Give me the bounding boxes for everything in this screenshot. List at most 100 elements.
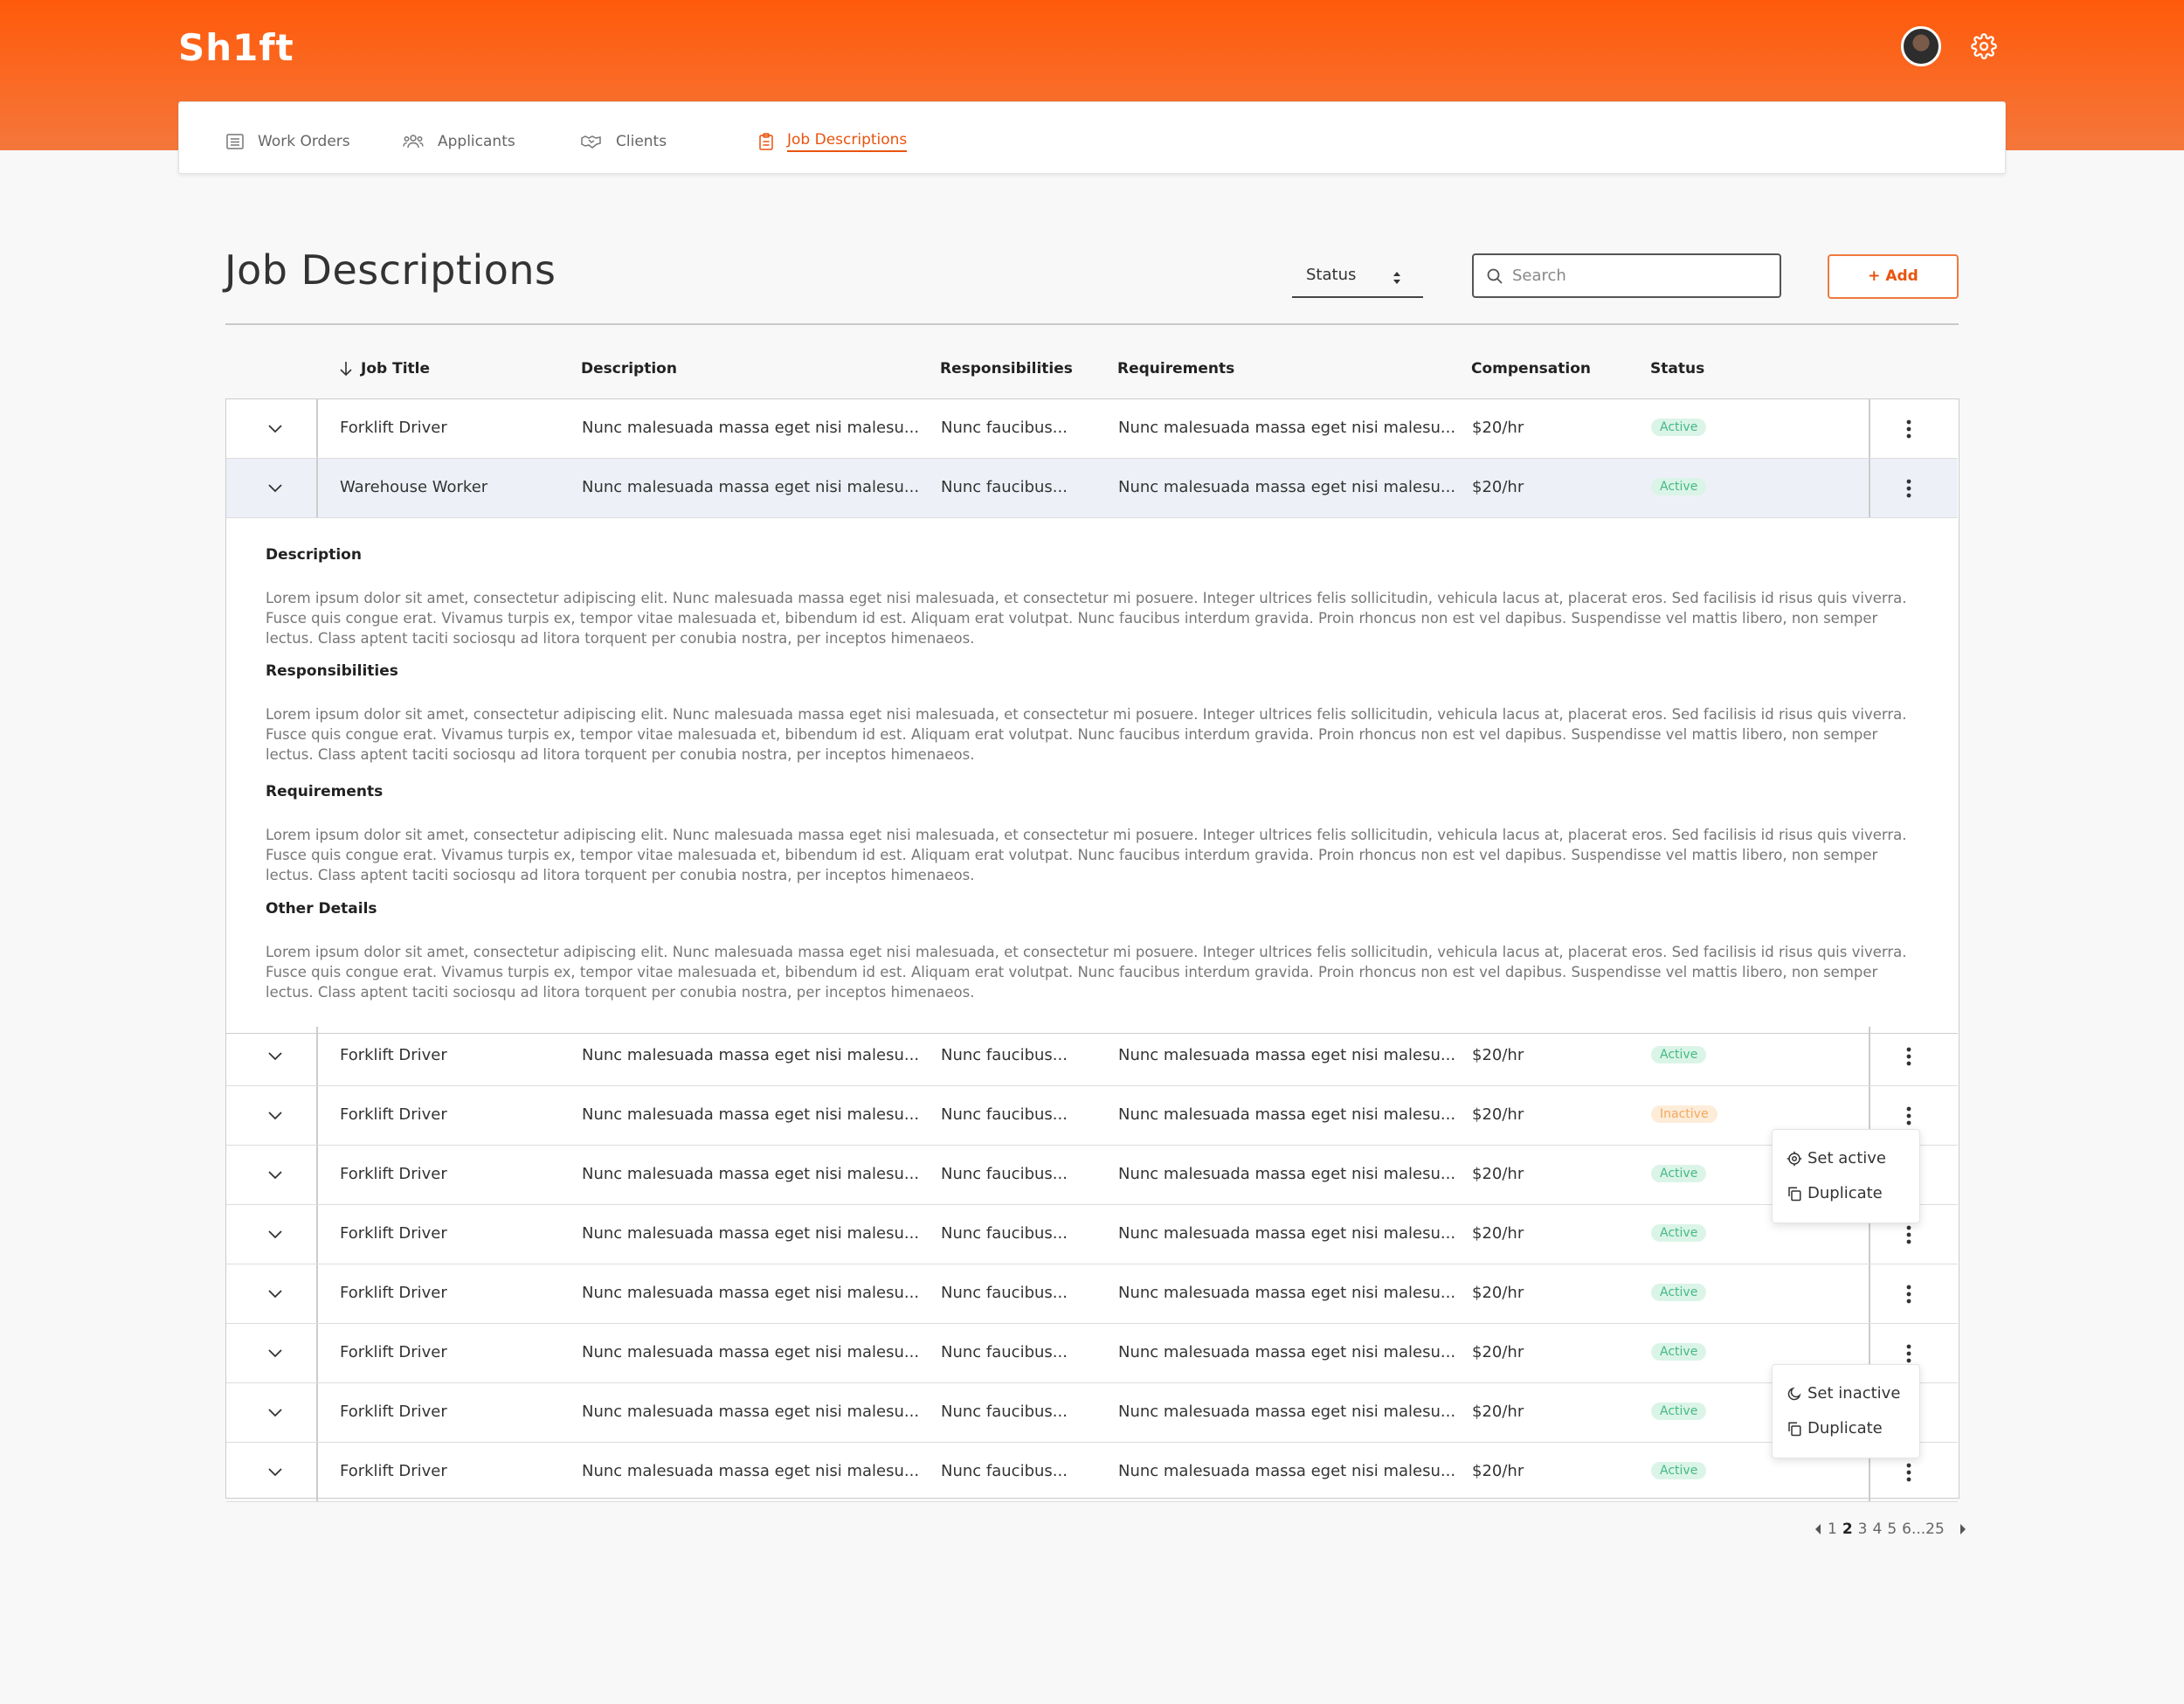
cell-requirements: Nunc malesuada massa eget nisi malesu... xyxy=(1118,1343,1456,1361)
nav-item-clients[interactable]: Clients xyxy=(581,128,667,155)
cell-responsibilities: Nunc faucibus... xyxy=(941,1046,1068,1064)
page-number[interactable]: 6...25 xyxy=(1902,1520,1945,1538)
menu-item-label: Set active xyxy=(1807,1149,1886,1167)
more-options-icon[interactable] xyxy=(1902,1284,1916,1305)
list-icon xyxy=(226,134,244,149)
search-input[interactable] xyxy=(1512,267,1757,285)
chevron-down-icon[interactable] xyxy=(266,1048,284,1065)
cell-responsibilities: Nunc faucibus... xyxy=(941,478,1068,496)
cell-requirements: Nunc malesuada massa eget nisi malesu... xyxy=(1118,1046,1456,1064)
chevron-down-icon[interactable] xyxy=(266,1464,284,1481)
add-button[interactable]: + Add xyxy=(1828,254,1959,299)
row-action-menu: Set active Duplicate xyxy=(1772,1129,1920,1223)
cell-description: Nunc malesuada massa eget nisi malesu... xyxy=(582,1403,920,1421)
page-number[interactable]: 3 xyxy=(1858,1520,1868,1538)
table-header: Job Title Description Responsibilities R… xyxy=(225,357,1959,391)
status-badge: Active xyxy=(1651,1462,1707,1479)
cell-job-title: Forklift Driver xyxy=(340,1343,447,1361)
more-options-icon[interactable] xyxy=(1902,1046,1916,1067)
title-divider xyxy=(225,323,1959,325)
more-options-icon[interactable] xyxy=(1902,1105,1916,1126)
page-number[interactable]: 4 xyxy=(1873,1520,1883,1538)
chevron-down-icon[interactable] xyxy=(266,1107,284,1125)
sort-caret-icon xyxy=(1393,272,1400,284)
cell-requirements: Nunc malesuada massa eget nisi malesu... xyxy=(1118,1105,1456,1124)
cell-description: Nunc malesuada massa eget nisi malesu... xyxy=(582,1105,920,1124)
table-row[interactable]: Forklift Driver Nunc malesuada massa eget… xyxy=(226,1443,1958,1502)
nav-item-job-descriptions[interactable]: Job Descriptions xyxy=(759,128,908,155)
chevron-down-icon[interactable] xyxy=(266,1167,284,1184)
row-divider xyxy=(316,1443,318,1501)
search-icon xyxy=(1487,268,1503,284)
cell-compensation: $20/hr xyxy=(1472,1224,1524,1243)
cell-description: Nunc malesuada massa eget nisi malesu... xyxy=(582,1343,920,1361)
table-row[interactable]: Forklift Driver Nunc malesuada massa eget… xyxy=(226,1383,1958,1443)
expanded-row-details: Description Lorem ipsum dolor sit amet, … xyxy=(226,518,1958,1034)
table-row[interactable]: Forklift Driver Nunc malesuada massa eget… xyxy=(226,1027,1958,1086)
cell-requirements: Nunc malesuada massa eget nisi malesu... xyxy=(1118,419,1456,437)
menu-item-set-inactive[interactable]: Set inactive xyxy=(1787,1384,1900,1403)
cell-job-title: Forklift Driver xyxy=(340,1284,447,1302)
chevron-down-icon[interactable] xyxy=(266,1285,284,1303)
more-options-icon[interactable] xyxy=(1902,1462,1916,1483)
cell-compensation: $20/hr xyxy=(1472,1462,1524,1480)
chevron-down-icon[interactable] xyxy=(266,1345,284,1362)
sort-down-arrow-icon[interactable] xyxy=(339,360,353,378)
table-row[interactable]: Forklift Driver Nunc malesuada massa eget… xyxy=(226,1205,1958,1264)
page-number[interactable]: 1 xyxy=(1828,1520,1837,1538)
row-divider xyxy=(1869,1264,1870,1323)
status-badge: Active xyxy=(1651,419,1707,436)
column-header-responsibilities[interactable]: Responsibilities xyxy=(940,360,1073,378)
cell-compensation: $20/hr xyxy=(1472,1284,1524,1302)
page-number[interactable]: 2 xyxy=(1842,1520,1853,1538)
more-options-icon[interactable] xyxy=(1902,1224,1916,1245)
cell-description: Nunc malesuada massa eget nisi malesu... xyxy=(582,1284,920,1302)
prev-page-icon[interactable] xyxy=(1814,1523,1822,1535)
cell-responsibilities: Nunc faucibus... xyxy=(941,1403,1068,1421)
column-header-compensation[interactable]: Compensation xyxy=(1471,360,1591,378)
table-row[interactable]: Forklift Driver Nunc malesuada massa eget… xyxy=(226,399,1958,459)
menu-item-set-active[interactable]: Set active xyxy=(1787,1149,1886,1167)
chevron-down-icon[interactable] xyxy=(266,480,284,497)
gear-icon[interactable] xyxy=(1971,33,1997,59)
more-options-icon[interactable] xyxy=(1902,478,1916,499)
column-header-description[interactable]: Description xyxy=(581,360,677,378)
avatar[interactable] xyxy=(1901,26,1941,66)
column-header-requirements[interactable]: Requirements xyxy=(1117,360,1234,378)
chevron-down-icon[interactable] xyxy=(266,420,284,438)
status-filter-select[interactable]: Status xyxy=(1292,260,1423,298)
moon-icon xyxy=(1787,1386,1801,1400)
nav-item-work-orders[interactable]: Work Orders xyxy=(226,128,350,155)
detail-text-responsibilities: Lorem ipsum dolor sit amet, consectetur … xyxy=(266,706,1907,763)
menu-item-duplicate[interactable]: Duplicate xyxy=(1787,1419,1883,1437)
row-divider xyxy=(1869,459,1870,517)
detail-text-description: Lorem ipsum dolor sit amet, consectetur … xyxy=(266,590,1907,647)
menu-item-label: Set inactive xyxy=(1807,1384,1901,1403)
page-number[interactable]: 5 xyxy=(1887,1520,1897,1538)
more-options-icon[interactable] xyxy=(1902,419,1916,440)
status-badge: Inactive xyxy=(1651,1105,1717,1123)
cell-job-title: Forklift Driver xyxy=(340,1105,447,1124)
chevron-down-icon[interactable] xyxy=(266,1226,284,1243)
search-box[interactable] xyxy=(1472,253,1781,298)
next-page-icon[interactable] xyxy=(1959,1523,1967,1535)
cell-job-title: Forklift Driver xyxy=(340,1165,447,1183)
row-divider xyxy=(316,1146,318,1204)
table-row[interactable]: Forklift Driver Nunc malesuada massa eget… xyxy=(226,1264,1958,1324)
cell-responsibilities: Nunc faucibus... xyxy=(941,1462,1068,1480)
menu-item-duplicate[interactable]: Duplicate xyxy=(1787,1184,1883,1202)
menu-item-label: Duplicate xyxy=(1807,1184,1883,1202)
app-logo[interactable]: Sh1ft xyxy=(178,26,294,69)
detail-heading-responsibilities: Responsibilities xyxy=(266,662,398,680)
table-row[interactable]: Forklift Driver Nunc malesuada massa eget… xyxy=(226,1146,1958,1205)
nav-item-applicants[interactable]: Applicants xyxy=(403,128,515,155)
row-divider xyxy=(316,1324,318,1382)
more-options-icon[interactable] xyxy=(1902,1343,1916,1364)
column-header-status[interactable]: Status xyxy=(1650,360,1704,378)
table-row[interactable]: Forklift Driver Nunc malesuada massa eget… xyxy=(226,1086,1958,1146)
chevron-down-icon[interactable] xyxy=(266,1404,284,1422)
cell-requirements: Nunc malesuada massa eget nisi malesu... xyxy=(1118,478,1456,496)
column-header-job-title[interactable]: Job Title xyxy=(361,360,430,378)
table-row[interactable]: Forklift Driver Nunc malesuada massa eget… xyxy=(226,1324,1958,1383)
table-row[interactable]: Warehouse Worker Nunc malesuada massa ege… xyxy=(226,459,1958,518)
